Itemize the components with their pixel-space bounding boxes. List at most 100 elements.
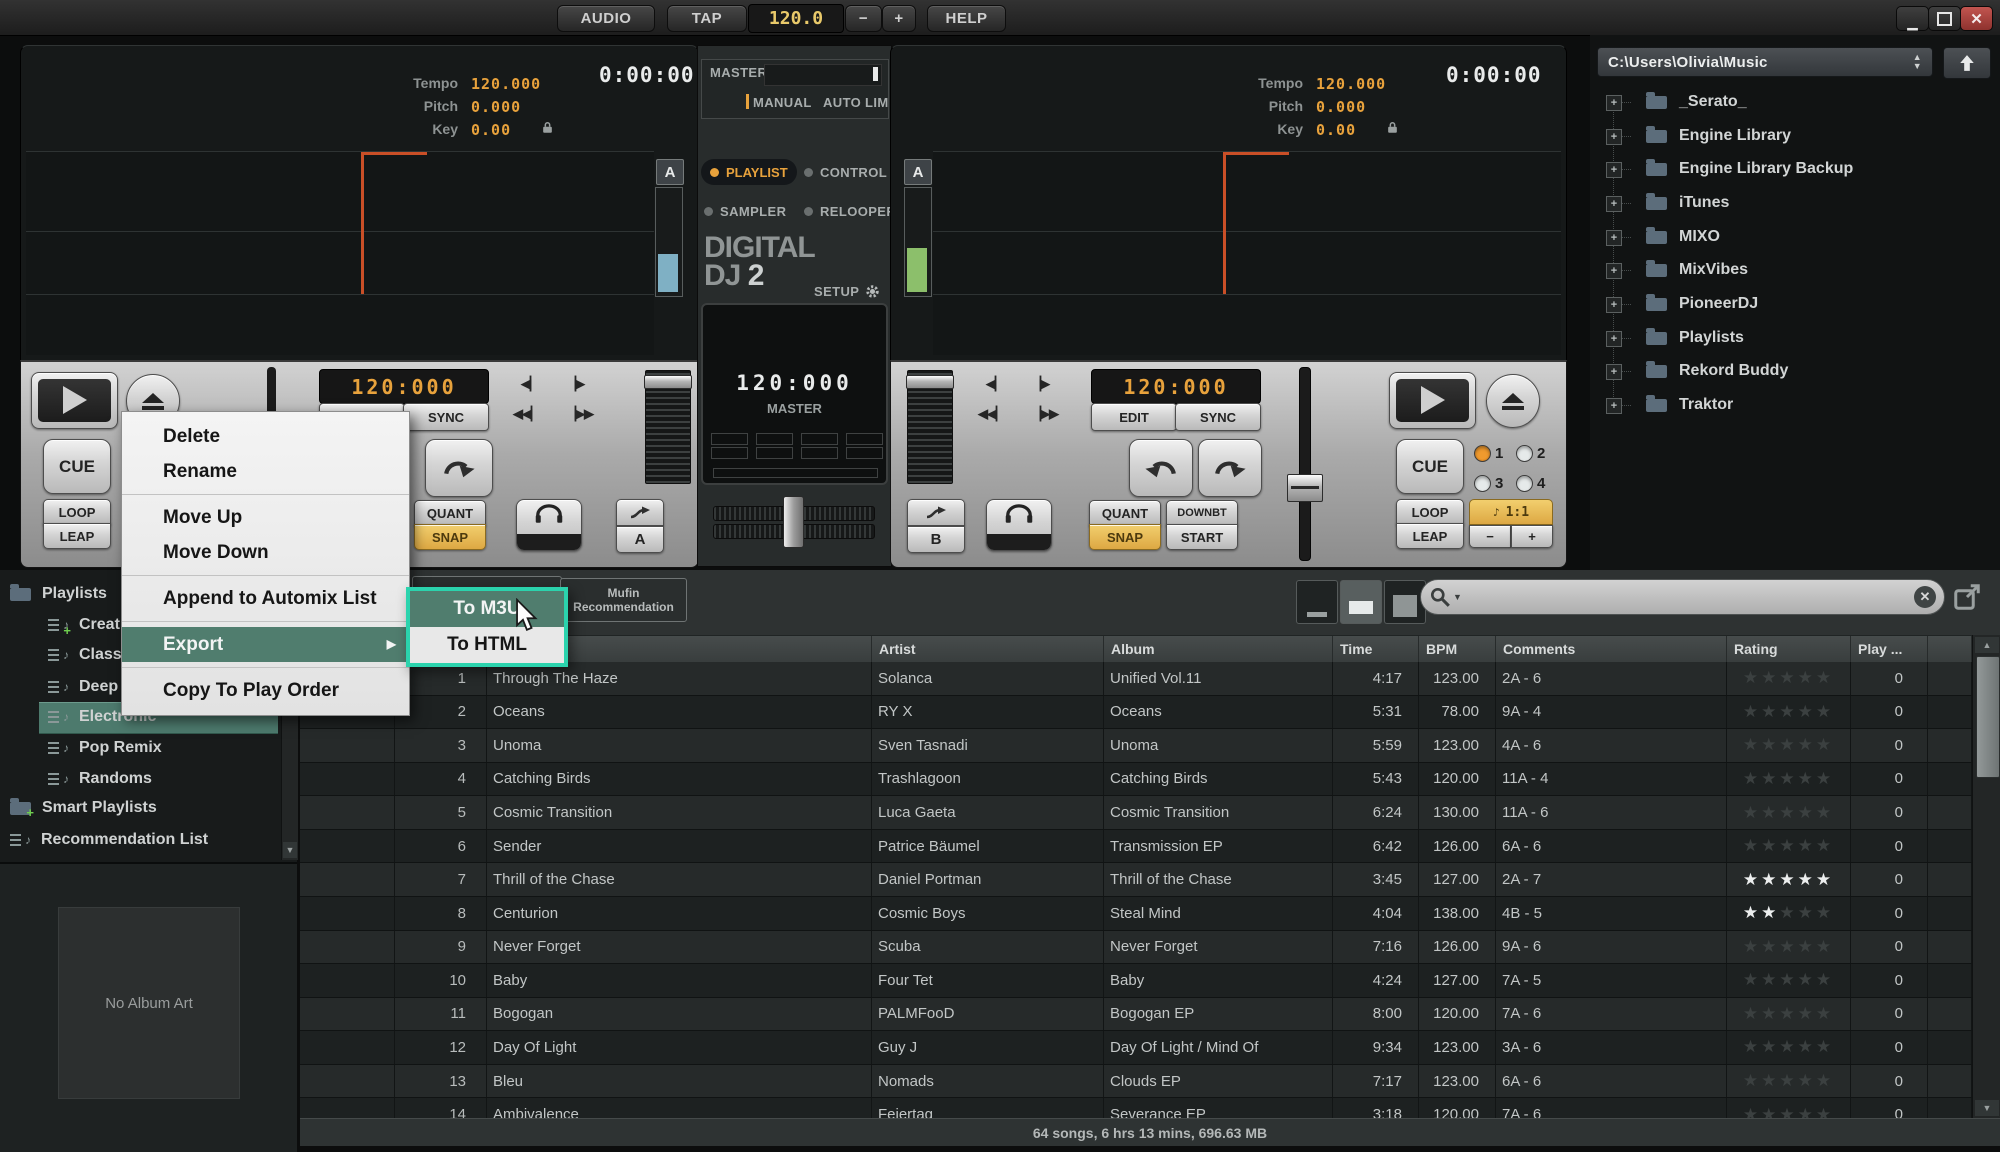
expand-icon[interactable]: + — [1606, 364, 1622, 380]
submenu-item-to-m3u[interactable]: To M3U — [410, 591, 564, 627]
nudge-fwd-icon[interactable]: ▕▶ — [1031, 376, 1049, 392]
menu-item-rename[interactable]: Rename — [122, 454, 409, 489]
table-row[interactable]: 9Never ForgetScubaNever Forget7:16126.00… — [300, 931, 1972, 965]
seek-fwd-icon[interactable]: ▕▶▶ — [1031, 406, 1058, 422]
key-lock-icon[interactable] — [541, 121, 554, 134]
folder-item-playlists[interactable]: Playlists — [1646, 324, 1744, 352]
sidebar-item-smart-playlists[interactable]: +Smart Playlists — [0, 793, 290, 823]
table-row[interactable]: 13BleuNomadsClouds EP7:17123.006A - 6★★★… — [300, 1065, 1972, 1099]
volume-fader-left[interactable] — [645, 370, 691, 484]
sidebar-scroll-down-icon[interactable]: ▼ — [283, 842, 297, 858]
table-scroll-up-icon[interactable]: ▲ — [1975, 637, 1999, 653]
folder-item-rekord-buddy[interactable]: Rekord Buddy — [1646, 357, 1788, 385]
setup-button[interactable]: SETUP — [814, 283, 881, 300]
table-row[interactable]: 3UnomaSven TasnadiUnoma5:59123.004A - 6★… — [300, 729, 1972, 763]
help-button[interactable]: HELP — [927, 5, 1006, 32]
seek-fwd-icon[interactable]: ▕▶▶ — [566, 406, 593, 422]
detach-browser-button[interactable] — [1952, 582, 1982, 612]
search-icon[interactable] — [1429, 586, 1451, 608]
table-row[interactable]: 5Cosmic TransitionLuca GaetaCosmic Trans… — [300, 796, 1972, 830]
table-row[interactable]: 2OceansRY XOceans5:3178.009A - 4★★★★★0 — [300, 696, 1972, 730]
folder-item-pioneerdj[interactable]: PioneerDJ — [1646, 290, 1758, 318]
seek-back-icon[interactable]: ◀◀▏ — [978, 406, 1005, 422]
tab-playlist[interactable]: PLAYLIST — [701, 159, 797, 185]
loop-out-button[interactable] — [425, 439, 493, 497]
rating-stars[interactable]: ★★★★★ — [1743, 702, 1834, 722]
eject-button[interactable] — [1486, 374, 1540, 428]
table-scrollbar[interactable]: ▲ ▼ — [1972, 635, 2000, 1118]
table-row[interactable]: 7Thrill of the ChaseDaniel PortmanThrill… — [300, 863, 1972, 897]
search-input[interactable]: ▼ ✕ — [1420, 579, 1945, 615]
nudge-back-icon[interactable]: ◀▏ — [986, 376, 1004, 392]
pitch-fader-right[interactable] — [1299, 367, 1311, 561]
expand-icon[interactable]: + — [1606, 331, 1622, 347]
loop-button[interactable]: LOOP — [43, 499, 111, 525]
expand-icon[interactable]: + — [1606, 297, 1622, 313]
sync-button[interactable]: SYNC — [1175, 403, 1261, 431]
sync-button[interactable]: SYNC — [403, 403, 489, 431]
deck-b-assign[interactable]: B — [907, 499, 963, 549]
expand-icon[interactable]: + — [1606, 263, 1622, 279]
table-row[interactable]: 10BabyFour TetBaby4:24127.007A - 5★★★★★0 — [300, 964, 1972, 998]
start-button[interactable]: START — [1166, 524, 1238, 550]
column-header-album[interactable]: Album — [1104, 636, 1333, 663]
search-clear-button[interactable]: ✕ — [1914, 586, 1936, 608]
loop-plus-button[interactable]: + — [1511, 525, 1553, 548]
pitch-fader-right-handle[interactable] — [1287, 474, 1323, 502]
volume-fader-left-handle[interactable] — [644, 375, 692, 389]
folder-item-serato[interactable]: _Serato_ — [1646, 88, 1747, 116]
sidebar-item-pop-remix[interactable]: ♪Pop Remix — [0, 733, 328, 763]
rating-stars[interactable]: ★★★★★ — [1743, 668, 1834, 688]
maximize-button[interactable] — [1928, 6, 1961, 31]
cue-button[interactable]: CUE — [43, 439, 111, 494]
menu-item-copy-to-play-order[interactable]: Copy To Play Order — [122, 673, 409, 708]
menu-item-move-up[interactable]: Move Up — [122, 500, 409, 535]
tab-relooper[interactable]: RELOOPER — [804, 198, 896, 224]
expand-icon[interactable]: + — [1606, 196, 1622, 212]
submenu-item-to-html[interactable]: To HTML — [410, 627, 564, 663]
tab-sampler[interactable]: SAMPLER — [704, 198, 786, 224]
sidebar-item-recommendation-list[interactable]: ♪Recommendation List — [0, 825, 290, 855]
rating-stars[interactable]: ★★★★★ — [1743, 735, 1834, 755]
cue-button[interactable]: CUE — [1396, 439, 1464, 494]
manual-label[interactable]: MANUAL — [753, 95, 812, 110]
rating-stars[interactable]: ★★★★★ — [1743, 1004, 1834, 1024]
seek-back-icon[interactable]: ◀◀▏ — [513, 406, 540, 422]
deck-right-waveform[interactable] — [933, 152, 1561, 355]
auto-label[interactable]: AUTO — [823, 95, 861, 110]
expand-icon[interactable]: + — [1606, 129, 1622, 145]
loop-button[interactable]: LOOP — [1396, 499, 1464, 525]
rating-stars[interactable]: ★★★★★ — [1743, 870, 1834, 890]
loop-in-button[interactable] — [1129, 439, 1193, 497]
hotcue-radio-4[interactable]: 4 — [1516, 475, 1545, 492]
folder-item-mixo[interactable]: MIXO — [1646, 223, 1720, 251]
nudge-fwd-icon[interactable]: ▕▶ — [566, 376, 584, 392]
column-header-bpm[interactable]: BPM — [1419, 636, 1496, 663]
table-scrollbar-thumb[interactable] — [1976, 656, 2000, 778]
snap-button[interactable]: SNAP — [414, 524, 486, 550]
tempo-plus-button[interactable]: + — [882, 5, 916, 32]
row-density-large-button[interactable] — [1384, 580, 1426, 624]
audio-button[interactable]: AUDIO — [557, 5, 655, 32]
headphone-cue-button[interactable] — [986, 499, 1052, 551]
folder-item-itunes[interactable]: iTunes — [1646, 189, 1729, 217]
deck-a-assign[interactable]: A — [616, 499, 662, 549]
row-density-small-button[interactable] — [1296, 580, 1338, 624]
tab-mufin-recommendation[interactable]: Mufin Recommendation — [560, 578, 687, 622]
folder-item-engine-library-backup[interactable]: Engine Library Backup — [1646, 155, 1853, 183]
deck-left-waveform[interactable] — [26, 152, 654, 355]
sidebar-item-randoms[interactable]: ♪Randoms — [0, 764, 328, 794]
menu-item-move-down[interactable]: Move Down — [122, 535, 409, 570]
column-header-rating[interactable]: Rating — [1727, 636, 1851, 663]
rating-stars[interactable]: ★★★★★ — [1743, 1037, 1834, 1057]
rating-stars[interactable]: ★★★★★ — [1743, 836, 1834, 856]
headphone-cue-button[interactable] — [516, 499, 582, 551]
expand-icon[interactable]: + — [1606, 398, 1622, 414]
column-header-play[interactable]: Play ... — [1851, 636, 1928, 663]
folder-item-mixvibes[interactable]: MixVibes — [1646, 256, 1748, 284]
play-button[interactable] — [31, 372, 118, 429]
crossfader-handle[interactable] — [783, 496, 804, 548]
leap-button[interactable]: LEAP — [43, 523, 111, 549]
quant-button[interactable]: QUANT — [414, 500, 486, 526]
volume-fader-right[interactable] — [907, 370, 953, 484]
